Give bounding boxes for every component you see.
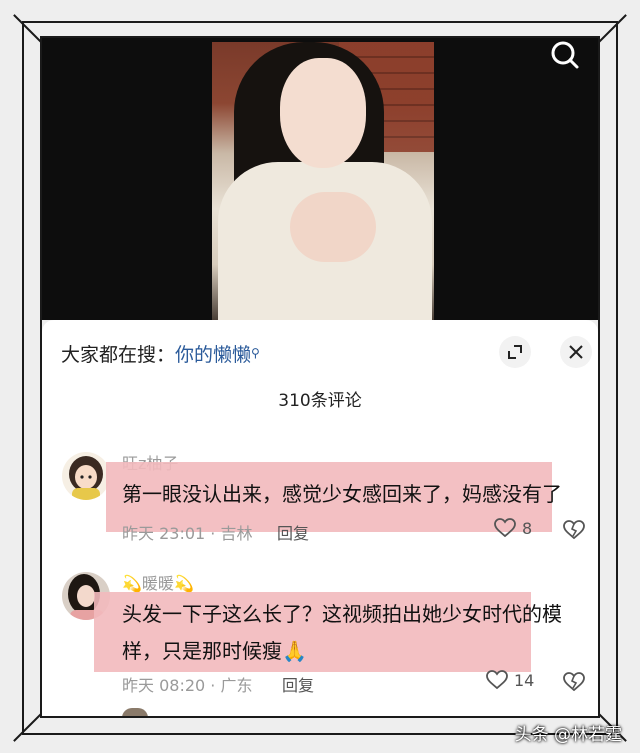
expand-icon xyxy=(508,345,522,359)
video-player[interactable] xyxy=(42,38,598,320)
comment-count: 310条评论 xyxy=(278,391,362,411)
username-decoration: 💫 xyxy=(122,574,142,593)
heart-icon xyxy=(494,518,516,538)
username-decoration: 💫 xyxy=(173,574,194,593)
watermark: 头条 @林若霆 xyxy=(514,725,622,745)
like-count: 8 xyxy=(522,518,533,538)
like-count: 14 xyxy=(514,670,535,690)
comment-text-line: 头发一下子这么长了？这视频拍出她少女时代的模 xyxy=(122,602,562,626)
comment-text-line: 第一眼没认出来，感觉少女感回来了，妈感没有了 xyxy=(122,482,562,506)
reply-button[interactable]: 回复 xyxy=(277,520,309,544)
avatar[interactable] xyxy=(62,452,110,500)
heart-icon xyxy=(486,670,508,690)
search-button[interactable] xyxy=(546,38,586,78)
broken-heart-icon xyxy=(563,672,585,692)
small-search-icon: ⚲ xyxy=(251,346,260,360)
comment-text: 头发一下子这么长了？这视频拍出她少女时代的模 样，只是那时候瘦🙏 xyxy=(122,596,562,670)
comment-text: 第一眼没认出来，感觉少女感回来了，妈感没有了 xyxy=(122,476,562,513)
comments-panel: 大家都在搜：你的懒懒⚲ 310条评论 旺z柚子 第一眼没认出 xyxy=(42,320,598,716)
search-suggestion[interactable]: 大家都在搜：你的懒懒⚲ xyxy=(61,340,260,367)
comment-username[interactable]: 💫暖暖💫 xyxy=(122,570,194,594)
expand-button[interactable] xyxy=(499,336,531,368)
figure-face xyxy=(280,58,366,168)
broken-heart-icon xyxy=(563,520,585,540)
comment-item: 旺z柚子 第一眼没认出来，感觉少女感回来了，妈感没有了 昨天 23:01 · 吉… xyxy=(42,450,598,550)
close-icon xyxy=(569,345,583,359)
reply-button[interactable]: 回复 xyxy=(282,672,314,696)
comment-text-line: 样，只是那时候瘦🙏 xyxy=(122,639,307,663)
comment-time-location: 昨天 23:01 · 吉林 xyxy=(122,524,253,543)
search-icon xyxy=(551,41,579,69)
figure-hands xyxy=(290,192,376,262)
search-suggestion-prefix: 大家都在搜： xyxy=(61,344,176,366)
comment-username-text: 暖暖 xyxy=(141,574,174,593)
dislike-button[interactable] xyxy=(563,672,585,696)
comment-item: 💫暖暖💫 头发一下子这么长了？这视频拍出她少女时代的模 样，只是那时候瘦🙏 昨天… xyxy=(42,570,598,700)
next-avatar-partial xyxy=(122,708,148,716)
close-button[interactable] xyxy=(560,336,592,368)
search-suggestion-keyword[interactable]: 你的懒懒 xyxy=(175,344,251,366)
comment-time-location: 昨天 08:20 · 广东 xyxy=(122,676,253,695)
video-frame xyxy=(212,42,434,320)
like-button[interactable]: 8 xyxy=(494,518,532,538)
like-button[interactable]: 14 xyxy=(486,670,534,690)
dislike-button[interactable] xyxy=(563,520,585,544)
cartoon-girl-avatar-icon xyxy=(62,452,110,500)
